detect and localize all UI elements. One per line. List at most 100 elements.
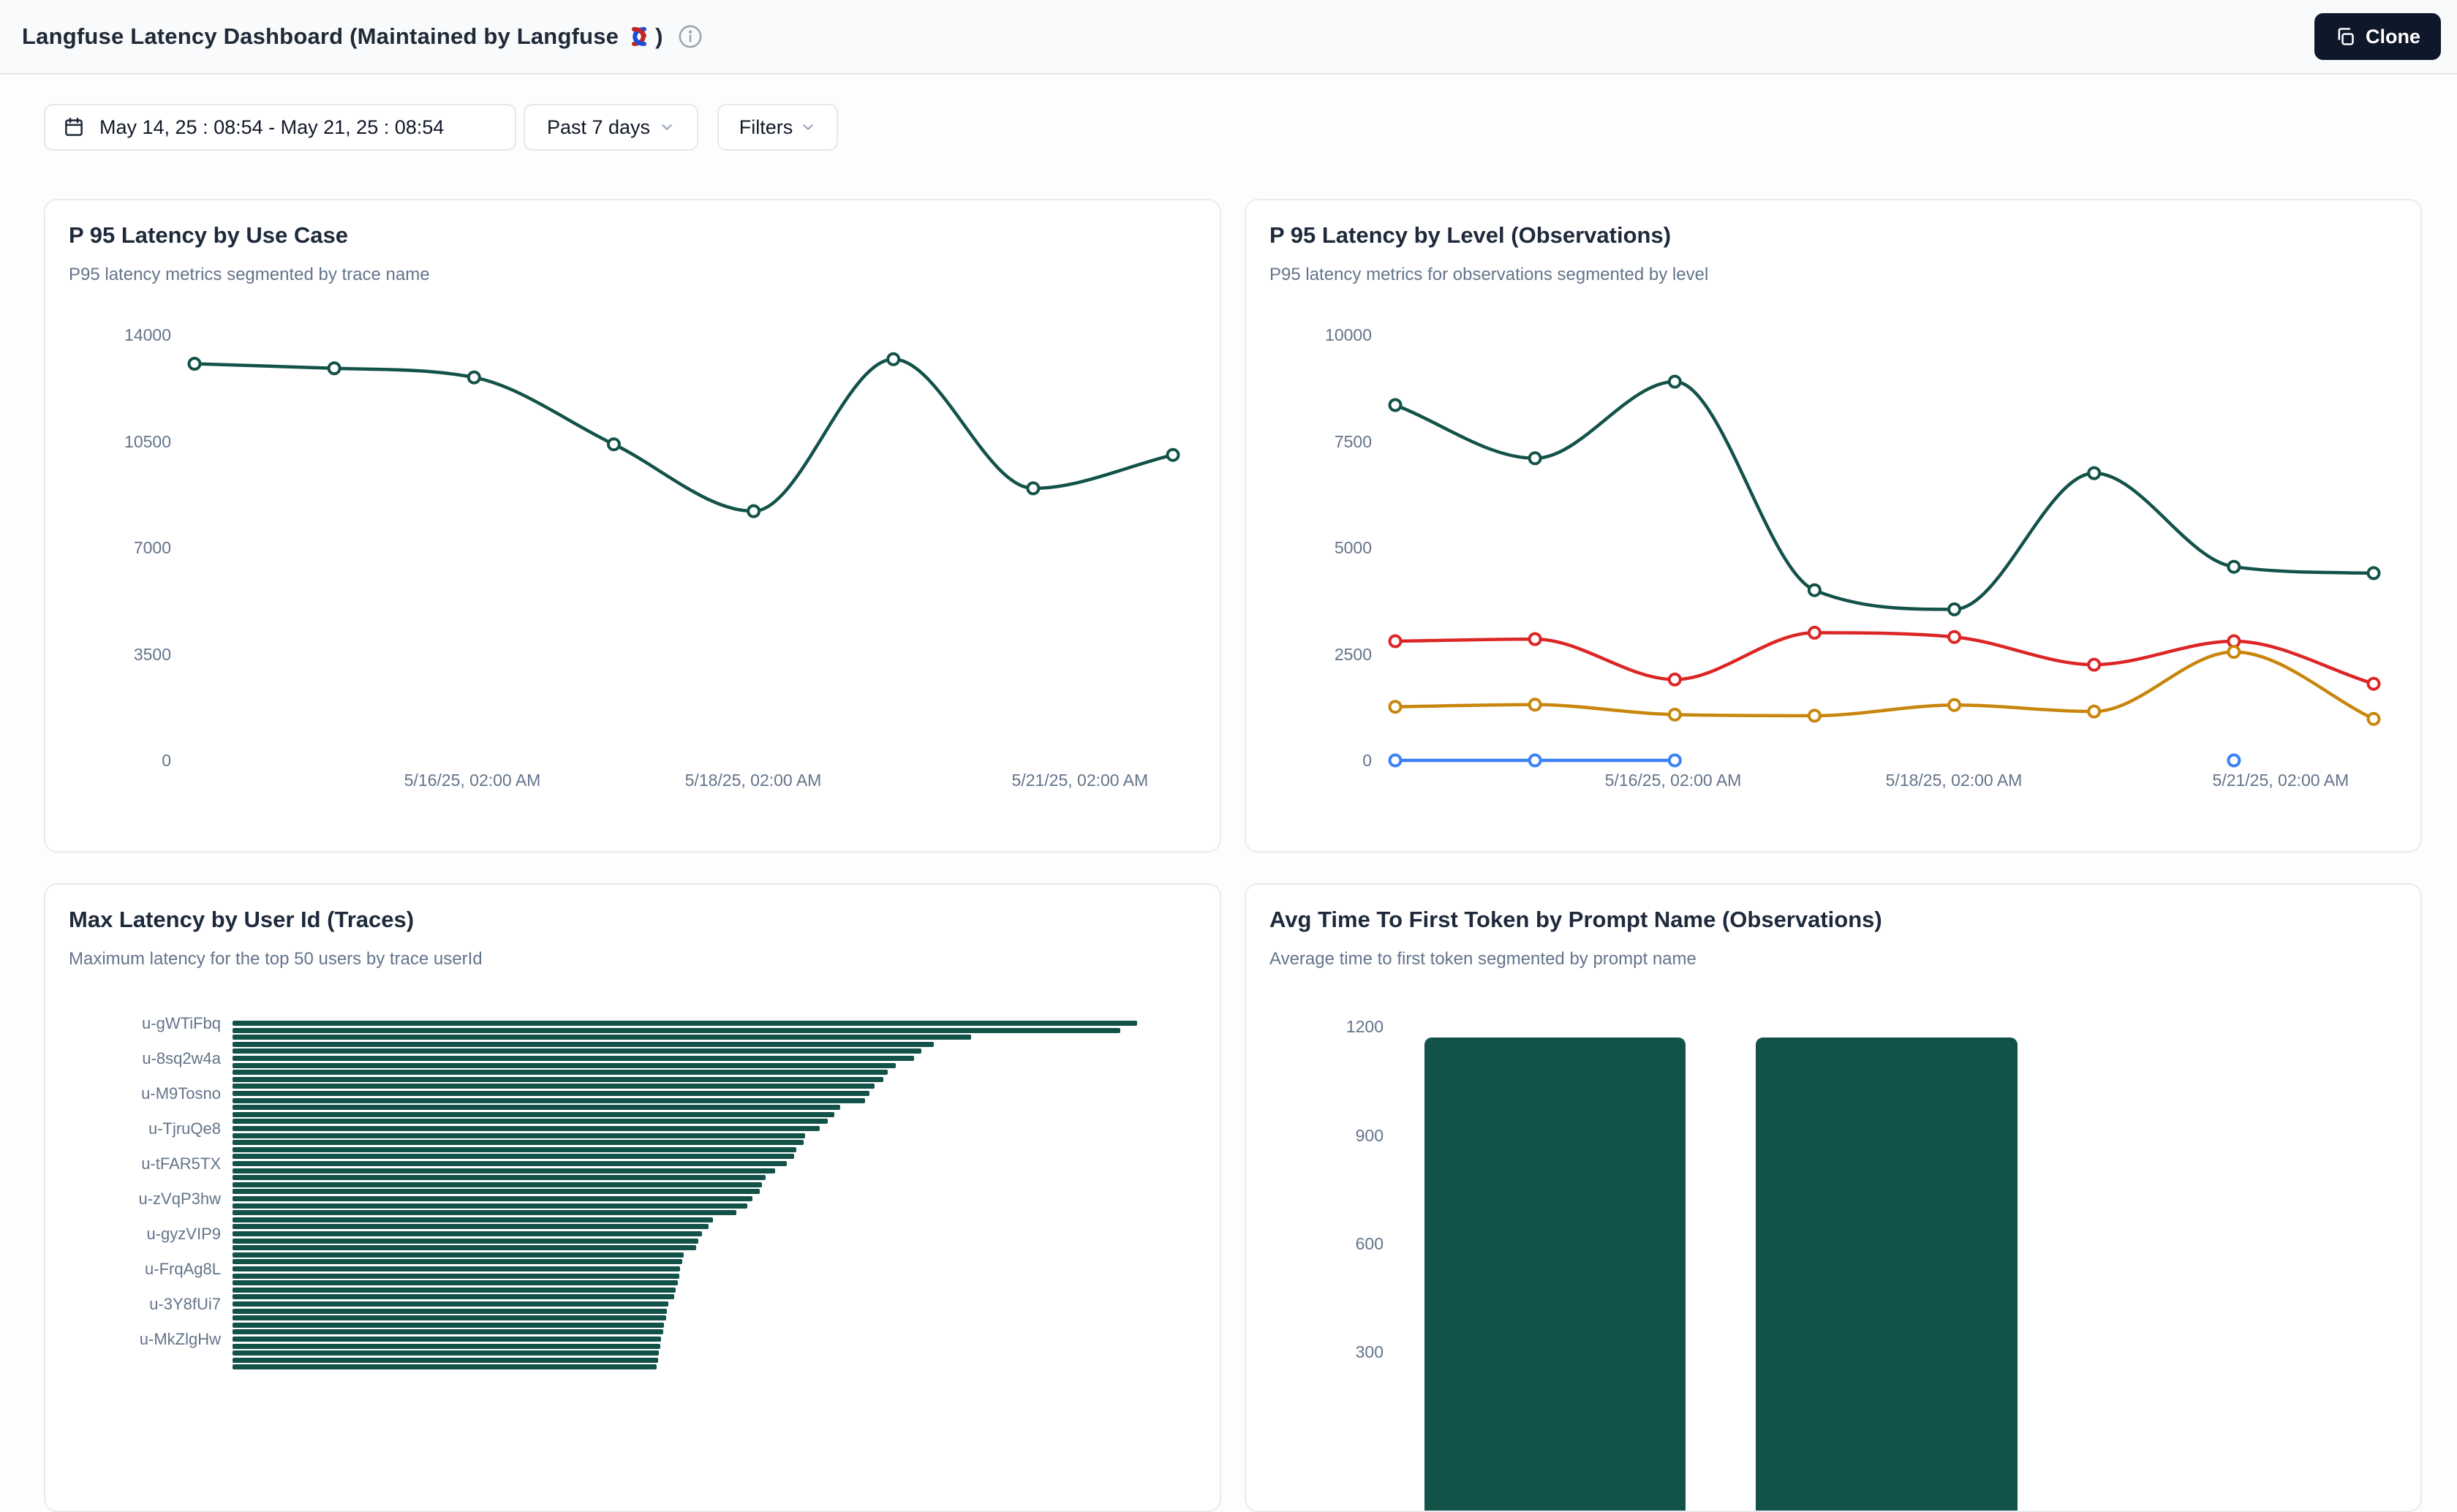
data-point-red[interactable]	[2088, 659, 2099, 670]
data-point-amber[interactable]	[1949, 700, 1960, 711]
hbar[interactable]	[233, 1210, 736, 1215]
data-point-teal[interactable]	[1530, 453, 1541, 464]
data-point-amber[interactable]	[2228, 646, 2239, 657]
data-point-teal[interactable]	[2088, 468, 2099, 479]
data-point-amber[interactable]	[2088, 706, 2099, 717]
data-point-teal[interactable]	[469, 372, 480, 383]
hbar[interactable]	[233, 1091, 869, 1096]
hbar[interactable]	[233, 1364, 657, 1369]
hbar[interactable]	[233, 1217, 713, 1222]
data-point-teal[interactable]	[608, 439, 619, 450]
hbar[interactable]	[233, 1358, 658, 1363]
data-point-amber[interactable]	[1390, 701, 1401, 712]
hbar[interactable]	[233, 1077, 883, 1082]
hbar[interactable]	[233, 1105, 840, 1110]
hbar[interactable]	[233, 1274, 679, 1279]
hbar[interactable]	[233, 1315, 666, 1320]
hbar[interactable]	[233, 1098, 865, 1103]
hbar[interactable]	[233, 1196, 752, 1201]
hbar[interactable]	[233, 1112, 834, 1117]
hbar[interactable]	[233, 1035, 971, 1040]
card-p95-latency-by-level: P 95 Latency by Level (Observations) P95…	[1245, 199, 2422, 853]
data-point-teal[interactable]	[1168, 450, 1179, 461]
filters-dropdown[interactable]: Filters	[717, 104, 838, 151]
hbar[interactable]	[233, 1329, 663, 1334]
data-point-teal[interactable]	[1949, 604, 1960, 615]
data-point-red[interactable]	[1390, 636, 1401, 647]
hbar[interactable]	[233, 1070, 888, 1075]
hbar[interactable]	[233, 1309, 667, 1314]
vbar[interactable]	[1424, 1037, 1686, 1512]
hbar[interactable]	[233, 1252, 684, 1258]
data-point-blue[interactable]	[1390, 755, 1401, 766]
hbar[interactable]	[233, 1147, 796, 1152]
data-point-blue[interactable]	[2228, 755, 2239, 766]
hbar[interactable]	[233, 1161, 787, 1166]
data-point-blue[interactable]	[1530, 755, 1541, 766]
hbar[interactable]	[233, 1224, 709, 1229]
data-point-teal[interactable]	[1669, 377, 1680, 388]
hbar[interactable]	[233, 1231, 702, 1236]
hbar[interactable]	[233, 1168, 775, 1173]
hbar[interactable]	[233, 1245, 696, 1250]
hbar[interactable]	[233, 1182, 762, 1187]
hbar[interactable]	[233, 1084, 875, 1089]
data-point-teal[interactable]	[2369, 567, 2379, 578]
bar-chart-plot[interactable]	[1398, 1018, 2400, 1512]
data-point-amber[interactable]	[1809, 710, 1820, 721]
hbar[interactable]	[233, 1048, 921, 1054]
hbar[interactable]	[233, 1350, 659, 1356]
hbar[interactable]	[233, 1280, 678, 1285]
hbar[interactable]	[233, 1294, 674, 1299]
data-point-teal[interactable]	[329, 363, 340, 374]
data-point-red[interactable]	[1669, 674, 1680, 685]
time-preset-dropdown[interactable]: Past 7 days	[524, 104, 698, 151]
data-point-teal[interactable]	[2228, 562, 2239, 572]
data-point-red[interactable]	[1949, 632, 1960, 643]
hbar[interactable]	[233, 1154, 794, 1159]
hbar[interactable]	[233, 1239, 698, 1244]
data-point-red[interactable]	[2369, 678, 2379, 689]
data-point-amber[interactable]	[1669, 709, 1680, 720]
line-chart-plot[interactable]	[189, 335, 1192, 760]
horizontal-bar-chart-plot[interactable]: u-gWTiFbqu-8sq2w4au-M9Tosnou-TjruQe8u-tF…	[69, 1021, 1199, 1512]
data-point-teal[interactable]	[1027, 483, 1038, 494]
data-point-teal[interactable]	[748, 506, 759, 517]
chart-subtitle: Average time to first token segmented by…	[1269, 949, 1696, 969]
data-point-red[interactable]	[1809, 627, 1820, 638]
chart-title: Max Latency by User Id (Traces)	[69, 907, 414, 933]
hbar[interactable]	[233, 1344, 660, 1349]
hbar[interactable]	[233, 1301, 668, 1307]
hbar[interactable]	[233, 1323, 664, 1328]
info-icon[interactable]	[678, 24, 703, 49]
data-point-teal[interactable]	[1809, 585, 1820, 596]
hbar[interactable]	[233, 1056, 914, 1061]
hbar[interactable]	[233, 1203, 747, 1209]
line-chart-plot[interactable]	[1389, 335, 2393, 760]
hbar[interactable]	[233, 1337, 661, 1342]
data-point-amber[interactable]	[2369, 714, 2379, 725]
hbar[interactable]	[233, 1028, 1120, 1033]
data-point-amber[interactable]	[1530, 699, 1541, 710]
hbar[interactable]	[233, 1119, 828, 1124]
data-point-teal[interactable]	[888, 354, 899, 365]
data-point-teal[interactable]	[1390, 400, 1401, 411]
langfuse-dashboard-page: { "header": { "title_prefix": "Langfuse …	[0, 0, 2457, 1366]
hbar[interactable]	[233, 1021, 1137, 1026]
hbar[interactable]	[233, 1175, 766, 1180]
hbar[interactable]	[233, 1133, 805, 1138]
data-point-blue[interactable]	[1669, 755, 1680, 766]
clone-button[interactable]: Clone	[2314, 13, 2441, 60]
hbar[interactable]	[233, 1063, 896, 1068]
date-range-picker[interactable]: May 14, 25 : 08:54 - May 21, 25 : 08:54	[44, 104, 516, 151]
hbar[interactable]	[233, 1259, 682, 1264]
hbar[interactable]	[233, 1126, 820, 1131]
data-point-red[interactable]	[1530, 634, 1541, 645]
hbar[interactable]	[233, 1266, 680, 1271]
data-point-teal[interactable]	[189, 358, 200, 369]
vbar[interactable]	[1756, 1037, 2018, 1512]
hbar[interactable]	[233, 1288, 676, 1293]
hbar[interactable]	[233, 1189, 760, 1194]
hbar[interactable]	[233, 1140, 804, 1145]
hbar[interactable]	[233, 1042, 934, 1047]
